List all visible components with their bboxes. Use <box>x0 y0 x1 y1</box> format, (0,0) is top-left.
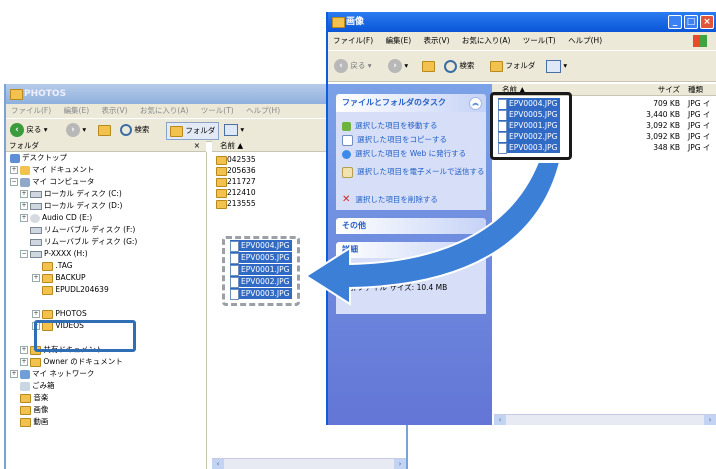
move-arrow-overlay <box>304 161 562 306</box>
move-arrow <box>304 161 562 306</box>
